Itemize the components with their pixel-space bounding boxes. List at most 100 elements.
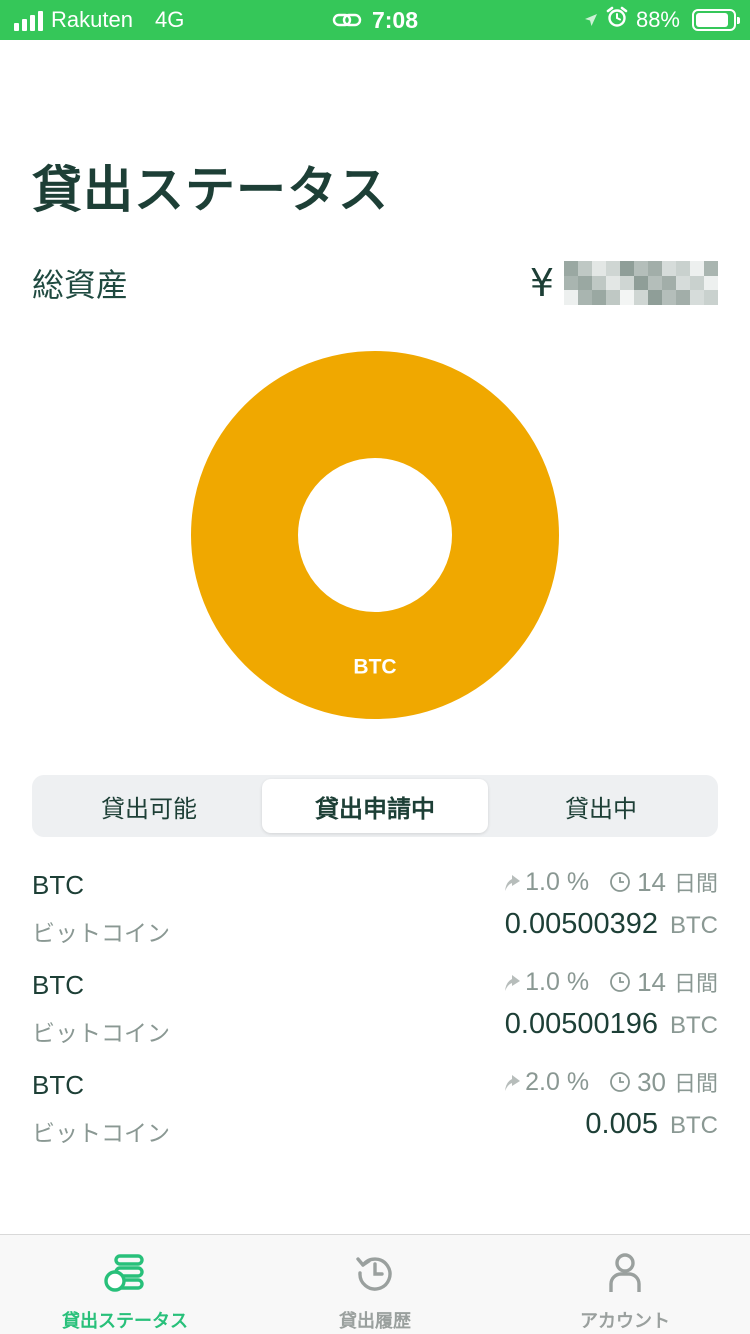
- bottom-tab-bar: 貸出ステータス 貸出履歴 アカウント: [0, 1234, 750, 1334]
- total-assets-label: 総資産: [32, 266, 129, 304]
- mask-pixel: [676, 290, 690, 305]
- rate-up-arrow-icon: [501, 1071, 523, 1093]
- lending-item[interactable]: BTC ビットコイン 2.0 % 30 日間 0.005 BTC: [32, 1062, 718, 1162]
- alarm-icon: [606, 6, 628, 34]
- mask-pixel: [578, 275, 592, 291]
- amount-unit: BTC: [670, 1112, 718, 1139]
- amount-unit: BTC: [670, 912, 718, 939]
- amount-value: 0.00500392: [504, 908, 658, 940]
- person-icon: [608, 1251, 642, 1295]
- location-arrow-icon: [584, 7, 598, 33]
- mask-pixel: [606, 275, 620, 291]
- donut-slice-btc: [191, 351, 559, 719]
- interest-rate: 2.0 %: [525, 1067, 590, 1096]
- amount-value: 0.005: [585, 1108, 658, 1140]
- mask-pixel: [634, 261, 648, 276]
- lending-amount: 0.00500392 BTC: [505, 908, 718, 941]
- clock-icon: [609, 971, 631, 993]
- mask-pixel: [564, 290, 578, 305]
- amount-value: 0.00500196: [504, 1008, 658, 1040]
- mask-pixel: [564, 261, 578, 276]
- clock-icon: [609, 1071, 631, 1093]
- mask-pixel: [634, 275, 648, 291]
- mask-pixel: [648, 261, 662, 276]
- lending-terms: 2.0 % 30 日間: [501, 1066, 718, 1098]
- lending-amount: 0.005 BTC: [585, 1108, 718, 1141]
- coins-stack-icon: [104, 1251, 146, 1295]
- mask-pixel: [662, 275, 676, 291]
- tab-account[interactable]: アカウント: [500, 1235, 750, 1334]
- history-icon: [355, 1251, 395, 1295]
- lending-item[interactable]: BTC ビットコイン 1.0 % 14 日間 0.00500196 BTC: [32, 962, 718, 1062]
- days-unit: 日間: [673, 872, 718, 897]
- mask-pixel: [592, 261, 606, 276]
- mask-pixel: [662, 261, 676, 276]
- masked-amount: [564, 261, 718, 305]
- mask-pixel: [704, 275, 718, 291]
- tab-label: 貸出ステータス: [62, 1311, 188, 1332]
- tab-label: 貸出履歴: [339, 1311, 411, 1332]
- segment-available[interactable]: 貸出可能: [36, 779, 262, 833]
- days-unit: 日間: [673, 972, 718, 997]
- mask-pixel: [578, 261, 592, 276]
- coin-symbol: BTC: [32, 870, 84, 900]
- mask-pixel: [606, 290, 620, 305]
- coin-symbol: BTC: [32, 1070, 84, 1100]
- lending-terms: 1.0 % 14 日間: [501, 866, 718, 898]
- mask-pixel: [690, 261, 704, 276]
- total-assets-row: 総資産 ¥: [32, 258, 718, 308]
- link-icon: [332, 11, 362, 29]
- segment-applying[interactable]: 貸出申請中: [262, 779, 488, 833]
- mask-pixel: [592, 275, 606, 291]
- carrier-name: Rakuten: [51, 7, 133, 32]
- mask-pixel: [620, 261, 634, 276]
- rate-up-arrow-icon: [501, 871, 523, 893]
- lending-amount: 0.00500196 BTC: [505, 1008, 718, 1041]
- mask-pixel: [662, 290, 676, 305]
- interest-rate: 1.0 %: [525, 967, 590, 996]
- clock-icon: [609, 871, 631, 893]
- lending-status-segmented-control: 貸出可能 貸出申請中 貸出中: [32, 775, 718, 837]
- battery-icon: [692, 9, 740, 31]
- battery-percent: 88%: [635, 7, 680, 32]
- currency-symbol: ¥: [529, 261, 554, 305]
- mask-pixel: [676, 275, 690, 291]
- lending-days: 14: [637, 966, 666, 997]
- mask-pixel: [690, 290, 704, 305]
- mask-pixel: [648, 275, 662, 291]
- donut-slice-label: BTC: [353, 656, 396, 679]
- interest-rate: 1.0 %: [525, 867, 590, 896]
- days-unit: 日間: [673, 1072, 718, 1097]
- amount-unit: BTC: [670, 1012, 718, 1039]
- tab-lending-history[interactable]: 貸出履歴: [250, 1235, 500, 1334]
- lending-item[interactable]: BTC ビットコイン 1.0 % 14 日間 0.00500392 BTC: [32, 862, 718, 962]
- mask-pixel: [704, 290, 718, 305]
- total-assets-value: ¥: [530, 261, 718, 305]
- mask-pixel: [648, 290, 662, 305]
- segment-lending[interactable]: 貸出中: [488, 779, 714, 833]
- network-type: 4G: [154, 7, 185, 32]
- mask-pixel: [634, 290, 648, 305]
- coin-name: ビットコイン: [32, 921, 170, 947]
- mask-pixel: [620, 290, 634, 305]
- tab-lending-status[interactable]: 貸出ステータス: [0, 1235, 250, 1334]
- mask-pixel: [606, 261, 620, 276]
- mask-pixel: [676, 261, 690, 276]
- rate-up-arrow-icon: [501, 971, 523, 993]
- mask-pixel: [564, 275, 578, 291]
- tab-label: アカウント: [580, 1311, 670, 1332]
- lending-days: 30: [637, 1066, 666, 1097]
- page-title: 貸出ステータス: [32, 161, 389, 219]
- mask-pixel: [704, 261, 718, 276]
- lending-days: 14: [637, 866, 666, 897]
- asset-donut-chart: BTC: [190, 350, 560, 720]
- status-time: 7:08: [371, 6, 419, 33]
- status-bar: Rakuten 4G 7:08 88%: [0, 0, 750, 40]
- coin-name: ビットコイン: [32, 1121, 170, 1147]
- mask-pixel: [592, 290, 606, 305]
- mask-pixel: [578, 290, 592, 305]
- donut-svg: BTC: [191, 351, 559, 719]
- lending-list: BTC ビットコイン 1.0 % 14 日間 0.00500392 BTC BT…: [32, 862, 718, 1162]
- mask-pixel: [690, 275, 704, 291]
- lending-terms: 1.0 % 14 日間: [501, 966, 718, 998]
